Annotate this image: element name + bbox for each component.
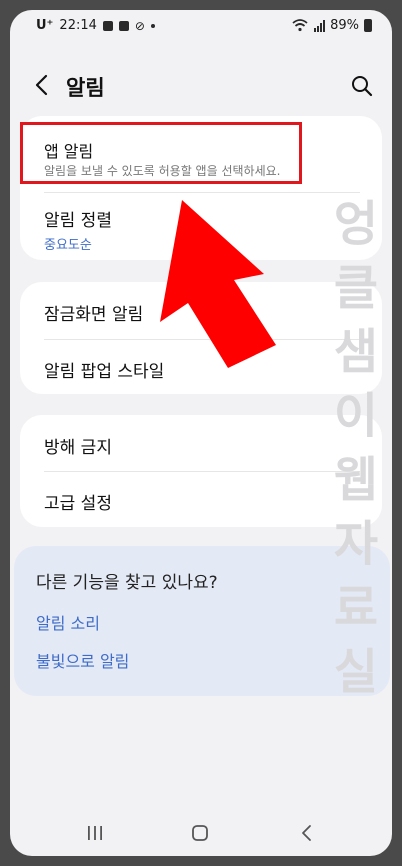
signal-icon bbox=[314, 19, 326, 32]
app-notifications-item[interactable]: 앱 알림 알림을 보낼 수 있도록 허용할 앱을 선택하세요. bbox=[20, 116, 382, 192]
battery-percent: 89% bbox=[330, 18, 359, 33]
carrier-label: U⁺ bbox=[36, 18, 54, 33]
watermark-char: 샘 bbox=[333, 324, 379, 380]
recent-apps-icon[interactable] bbox=[86, 824, 104, 842]
lockscreen-notifications-label: 잠금화면 알림 bbox=[44, 305, 144, 325]
suggestions-question: 다른 기능을 찾고 있나요? bbox=[36, 573, 218, 593]
app-notifications-label: 앱 알림 bbox=[44, 142, 94, 161]
page-title: 알림 bbox=[66, 76, 105, 100]
sort-notifications-label: 알림 정렬 bbox=[44, 211, 112, 231]
watermark-char: 이 bbox=[333, 388, 379, 444]
clock: 22:14 bbox=[59, 18, 97, 33]
status-left: U⁺ 22:14 ⊘ bbox=[36, 18, 155, 33]
watermark-char: 실 bbox=[333, 644, 379, 700]
mail-notification-icon bbox=[118, 20, 129, 31]
sort-notifications-value: 중요도순 bbox=[44, 238, 92, 253]
home-icon[interactable] bbox=[190, 823, 210, 843]
notification-sound-link[interactable]: 알림 소리 bbox=[36, 610, 100, 634]
nav-back-icon[interactable] bbox=[297, 823, 317, 843]
status-right: 89% bbox=[292, 18, 372, 33]
gallery-notification-icon bbox=[102, 20, 113, 31]
wifi-icon bbox=[292, 19, 308, 32]
watermark-char: 자 bbox=[333, 516, 379, 572]
navigation-bar bbox=[10, 810, 392, 856]
app-header: 알림 bbox=[10, 64, 392, 108]
search-icon[interactable] bbox=[348, 72, 376, 100]
back-arrow-icon[interactable] bbox=[28, 70, 58, 100]
watermark-char: 엉 bbox=[333, 196, 379, 252]
status-bar: U⁺ 22:14 ⊘ 89% bbox=[10, 10, 392, 44]
red-arrow-annotation bbox=[160, 200, 276, 368]
flash-notification-link[interactable]: 불빛으로 알림 bbox=[36, 648, 129, 672]
watermark-char: 웹 bbox=[333, 452, 379, 508]
watermark-char: 클 bbox=[333, 260, 379, 316]
do-not-disturb-label: 방해 금지 bbox=[44, 438, 112, 458]
nosync-notification-icon: ⊘ bbox=[134, 18, 145, 33]
watermark: 엉 클 샘 이 웹 자 료 실 bbox=[328, 192, 384, 704]
battery-icon bbox=[364, 19, 372, 32]
advanced-settings-label: 고급 설정 bbox=[44, 494, 112, 514]
watermark-char: 료 bbox=[333, 580, 379, 636]
popup-style-label: 알림 팝업 스타일 bbox=[44, 362, 165, 382]
app-notifications-description: 알림을 보낼 수 있도록 허용할 앱을 선택하세요. bbox=[44, 164, 281, 178]
phone-screen: U⁺ 22:14 ⊘ 89% 알림 앱 알림 알림을 보낼 수 있도록 허용할 … bbox=[10, 10, 392, 856]
more-notifications-icon bbox=[150, 23, 155, 28]
